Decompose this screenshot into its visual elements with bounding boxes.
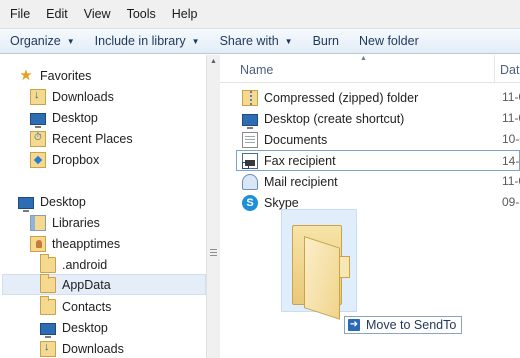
nav-item-downloads[interactable]: Downloads <box>30 86 114 107</box>
organize-label: Organize <box>10 34 61 48</box>
nav-label: theapptimes <box>52 236 121 251</box>
nav-label: Contacts <box>62 299 112 314</box>
file-name: Desktop (create shortcut) <box>264 111 405 126</box>
nav-label: Favorites <box>40 68 92 83</box>
include-in-library-button[interactable]: Include in library ▼ <box>95 34 200 48</box>
new-folder-button[interactable]: New folder <box>359 34 419 48</box>
nav-item-android[interactable]: .android <box>40 253 108 275</box>
nav-item-user-desktop[interactable]: Desktop <box>40 317 108 338</box>
list-item[interactable]: Desktop (create shortcut) 11-0 <box>220 108 520 129</box>
menu-file[interactable]: File <box>4 7 36 21</box>
menu-edit[interactable]: Edit <box>40 7 74 21</box>
file-name: Fax recipient <box>264 153 336 168</box>
nav-item-dropbox[interactable]: Dropbox <box>30 149 99 170</box>
fax-icon <box>242 152 258 169</box>
drag-tooltip: ➜ Move to SendTo <box>344 316 463 334</box>
documents-icon <box>242 131 258 148</box>
skype-icon: S <box>242 194 258 211</box>
command-bar: Organize ▼ Include in library ▼ Share wi… <box>0 28 520 54</box>
desktop-icon <box>30 112 46 128</box>
downloads-folder-icon <box>30 88 46 105</box>
file-date: 11-0 <box>502 90 520 104</box>
menu-bar: File Edit View Tools Help <box>0 0 520 28</box>
file-date: 09-1 <box>502 195 520 209</box>
menu-help[interactable]: Help <box>166 7 204 21</box>
menu-tools[interactable]: Tools <box>121 7 162 21</box>
file-name: Compressed (zipped) folder <box>264 90 419 105</box>
nav-label: Desktop <box>62 320 108 335</box>
navigation-scrollbar[interactable]: ▲ <box>206 55 220 358</box>
list-item[interactable]: Compressed (zipped) folder 11-0 <box>220 87 520 108</box>
column-header-date[interactable]: Date <box>500 63 520 77</box>
move-arrow-icon: ➜ <box>348 319 360 331</box>
drag-tooltip-label: Move to SendTo <box>366 318 457 332</box>
nav-item-recent-places[interactable]: Recent Places <box>30 128 133 149</box>
nav-item-libraries[interactable]: Libraries <box>30 212 100 233</box>
nav-label: Desktop <box>52 110 98 125</box>
nav-label: AppData <box>62 277 111 292</box>
nav-label: Recent Places <box>52 131 133 146</box>
menu-view[interactable]: View <box>78 7 117 21</box>
share-with-label: Share with <box>219 34 279 48</box>
file-name: Mail recipient <box>264 174 338 189</box>
share-with-button[interactable]: Share with ▼ <box>220 34 293 48</box>
file-date: 14-0 <box>502 154 520 168</box>
nav-item-favorites[interactable]: ★ Favorites <box>18 65 91 86</box>
nav-item-user-downloads[interactable]: Downloads <box>40 338 124 358</box>
nav-label: Downloads <box>52 89 114 104</box>
file-name: Skype <box>264 195 299 210</box>
list-item[interactable]: Documents 10-0 <box>220 129 520 150</box>
file-date: 10-0 <box>502 132 520 146</box>
file-list-pane: ▲ Name Date Compressed (zipped) folder 1… <box>220 55 520 358</box>
column-divider[interactable] <box>494 55 495 83</box>
list-item[interactable]: S Skype 09-1 <box>220 192 520 213</box>
chevron-down-icon: ▼ <box>191 36 200 46</box>
nav-item-user[interactable]: theapptimes <box>30 233 120 254</box>
nav-item-contacts[interactable]: Contacts <box>40 295 112 317</box>
column-header-name[interactable]: Name <box>240 63 273 77</box>
nav-label: Desktop <box>40 194 86 209</box>
user-folder-icon <box>30 235 46 252</box>
burn-button[interactable]: Burn <box>313 34 339 48</box>
column-header-row: ▲ Name Date <box>220 55 520 83</box>
dragged-folder-front <box>304 236 340 320</box>
folder-icon <box>40 253 56 273</box>
mail-recipient-icon <box>242 173 258 190</box>
chevron-down-icon: ▼ <box>66 36 75 46</box>
scroll-thumb-grip[interactable] <box>210 249 217 256</box>
nav-item-desktop-favorite[interactable]: Desktop <box>30 107 98 128</box>
nav-item-appdata[interactable]: AppData <box>2 273 206 295</box>
libraries-icon <box>30 214 46 231</box>
folder-icon <box>40 273 56 293</box>
nav-label: Downloads <box>62 341 124 356</box>
desktop-icon <box>18 196 34 212</box>
desktop-icon <box>40 322 56 338</box>
chevron-down-icon: ▼ <box>284 36 293 46</box>
file-date: 11-0 <box>502 111 520 125</box>
sort-ascending-icon: ▲ <box>360 55 367 62</box>
file-date: 11-0 <box>502 174 520 188</box>
include-in-library-label: Include in library <box>94 34 186 48</box>
nav-label: .android <box>62 257 108 272</box>
nav-label: Libraries <box>52 215 100 230</box>
list-item-highlighted[interactable]: Fax recipient 14-0 <box>236 150 520 171</box>
nav-item-desktop[interactable]: Desktop <box>18 191 86 212</box>
star-icon: ★ <box>19 66 33 84</box>
scroll-up-icon[interactable]: ▲ <box>210 58 217 65</box>
desktop-shortcut-icon <box>242 113 258 129</box>
downloads-folder-icon <box>40 340 56 357</box>
shortcut-arrow-icon <box>242 161 249 169</box>
dropbox-folder-icon <box>30 151 46 168</box>
navigation-pane: ★ Favorites Downloads Desktop Recent Pla… <box>0 55 206 358</box>
zipped-folder-icon <box>242 89 258 106</box>
list-item[interactable]: Mail recipient 11-0 <box>220 171 520 192</box>
organize-button[interactable]: Organize ▼ <box>10 34 75 48</box>
nav-label: Dropbox <box>52 152 100 167</box>
file-name: Documents <box>264 132 328 147</box>
contacts-folder-icon <box>40 295 56 315</box>
recent-places-icon <box>30 130 46 147</box>
